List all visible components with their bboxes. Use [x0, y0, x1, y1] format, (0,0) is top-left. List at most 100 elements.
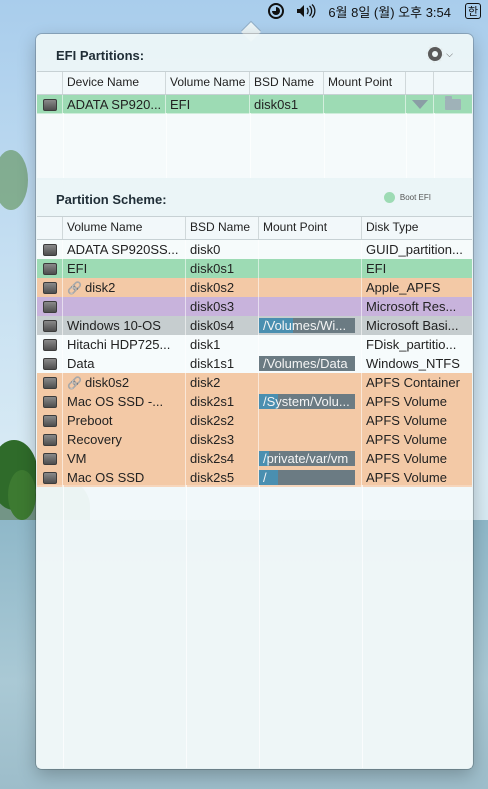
settings-menu-button[interactable]: ⌵: [426, 45, 453, 63]
partition-disk-type: EFI: [366, 261, 387, 276]
partition-bsd-name: disk0: [186, 240, 259, 259]
header-bsd-name[interactable]: BSD Name: [250, 72, 324, 94]
disk-icon-cell: [37, 297, 63, 316]
partition-row[interactable]: disk0s3 Microsoft Res...: [37, 297, 472, 316]
disk-icon-cell: [37, 392, 63, 411]
partition-row[interactable]: Preboot disk2s2 APFS Volume: [37, 411, 472, 430]
partition-table-header: Volume Name BSD Name Mount Point Disk Ty…: [37, 216, 472, 240]
disk-icon: [42, 414, 57, 427]
disk-icon: [42, 319, 57, 332]
efi-mount-point: [324, 95, 406, 114]
disk-icon: [42, 262, 57, 275]
partition-bsd-name: disk2s2: [186, 411, 259, 430]
partition-disk-type: APFS Volume: [366, 413, 447, 428]
partition-row[interactable]: Recovery disk2s3 APFS Volume: [37, 430, 472, 449]
header-device-name[interactable]: Device Name: [63, 72, 166, 94]
header-open-column: [434, 72, 472, 94]
folder-icon: [445, 96, 461, 110]
partition-mount-point[interactable]: [259, 373, 362, 392]
partition-mount-point[interactable]: [259, 278, 362, 297]
partition-volume-name: Windows 10-OS: [63, 316, 186, 335]
partition-mount-point[interactable]: [259, 430, 362, 449]
partition-row[interactable]: Windows 10-OS disk0s4/Volumes/Wi... Micros…: [37, 316, 472, 335]
partition-mount-point[interactable]: [259, 411, 362, 430]
partition-table-empty-area: [37, 485, 472, 768]
partition-row[interactable]: Mac OS SSD -... disk2s1/System/Volu... APF…: [37, 392, 472, 411]
partition-bsd-name: disk2s1: [186, 392, 259, 411]
background-tree: [8, 470, 36, 520]
efi-table-row[interactable]: ADATA SP920... EFI disk0s1: [37, 95, 472, 114]
app-status-icon[interactable]: [268, 3, 285, 19]
disk-icon: [42, 98, 57, 111]
boot-efi-legend: Boot EFI: [383, 192, 431, 203]
partition-row[interactable]: VM disk2s4/private/var/vm APFS Volume: [37, 449, 472, 468]
efi-popover: EFI Partitions: ⌵ Device Name Volume Nam…: [36, 34, 473, 769]
partition-volume-name: 🔗 disk0s2: [63, 373, 186, 392]
disk-icon-cell: [37, 240, 63, 259]
partition-mount-point[interactable]: /Volumes/Data: [259, 354, 362, 373]
partition-volume-name: Recovery: [63, 430, 186, 449]
disk-icon: [42, 281, 57, 294]
partition-volume-name: Hitachi HDP725...: [63, 335, 186, 354]
header-disk-type[interactable]: Disk Type: [362, 217, 472, 239]
partition-mount-point[interactable]: /Volumes/Wi...: [259, 316, 362, 335]
header-volume-name[interactable]: Volume Name: [63, 217, 186, 239]
partition-volume-name: Preboot: [63, 411, 186, 430]
disk-icon: [42, 376, 57, 389]
disk-icon-cell: [37, 411, 63, 430]
disk-icon-cell: [37, 354, 63, 373]
partition-bsd-name: disk0s1: [186, 259, 259, 278]
partition-mount-point[interactable]: /System/Volu...: [259, 392, 362, 411]
disk-icon-cell: [37, 316, 63, 335]
disk-icon: [42, 243, 57, 256]
partition-disk-type: Microsoft Res...: [366, 299, 457, 314]
partition-volume-name: EFI: [63, 259, 186, 278]
header-unmount-column: [406, 72, 434, 94]
menubar-clock[interactable]: 6월 8일 (월) 오후 3:54: [328, 2, 451, 21]
partition-mount-point[interactable]: [259, 335, 362, 354]
partition-disk-type: Microsoft Basi...: [366, 318, 459, 333]
partition-volume-name: VM: [63, 449, 186, 468]
speaker-icon[interactable]: [296, 4, 316, 18]
header-bsd-name[interactable]: BSD Name: [186, 217, 259, 239]
header-mount-point[interactable]: Mount Point: [259, 217, 362, 239]
partition-mount-point[interactable]: [259, 259, 362, 278]
partition-row[interactable]: Hitachi HDP725... disk1 FDisk_partitio...: [37, 335, 472, 354]
partition-bsd-name: disk0s2: [186, 278, 259, 297]
efi-volume-name: EFI: [166, 95, 250, 114]
header-mount-point[interactable]: Mount Point: [324, 72, 406, 94]
disk-icon-cell: [37, 335, 63, 354]
mount-usage-fill: [259, 470, 278, 485]
disk-icon-cell: [37, 430, 63, 449]
partition-bsd-name: disk1: [186, 335, 259, 354]
gear-icon: [426, 45, 445, 63]
partition-disk-type: FDisk_partitio...: [366, 337, 457, 352]
partition-row[interactable]: EFI disk0s1 EFI: [37, 259, 472, 278]
partition-bsd-name: disk0s3: [186, 297, 259, 316]
partition-mount-point[interactable]: [259, 240, 362, 259]
disk-icon-cell: [37, 278, 63, 297]
open-folder-button[interactable]: [434, 95, 472, 114]
menu-bar: 6월 8일 (월) 오후 3:54 한: [0, 0, 488, 22]
link-icon: 🔗: [67, 281, 82, 295]
unmount-button[interactable]: [406, 95, 434, 114]
link-icon: 🔗: [67, 376, 82, 390]
partition-row[interactable]: 🔗 disk2 disk0s2 Apple_APFS: [37, 278, 472, 297]
input-source-icon[interactable]: 한: [465, 3, 481, 19]
partition-mount-point[interactable]: [259, 297, 362, 316]
scheme-section-title: Partition Scheme:: [56, 192, 167, 207]
disk-icon: [42, 395, 57, 408]
header-volume-name[interactable]: Volume Name: [166, 72, 250, 94]
partition-bsd-name: disk2: [186, 373, 259, 392]
partition-row[interactable]: Data disk1s1/Volumes/Data Windows_NTFS: [37, 354, 472, 373]
chevron-down-icon: ⌵: [446, 48, 453, 59]
partition-row[interactable]: 🔗 disk0s2 disk2 APFS Container: [37, 373, 472, 392]
disk-icon: [42, 471, 57, 484]
partition-mount-point[interactable]: /private/var/vm: [259, 449, 362, 468]
partition-volume-name: 🔗 disk2: [63, 278, 186, 297]
partition-row[interactable]: ADATA SP920SS... disk0 GUID_partition...: [37, 240, 472, 259]
partition-bsd-name: disk0s4: [186, 316, 259, 335]
partition-disk-type: GUID_partition...: [366, 242, 463, 257]
disk-icon: [42, 300, 57, 313]
partition-volume-name: Mac OS SSD -...: [63, 392, 186, 411]
